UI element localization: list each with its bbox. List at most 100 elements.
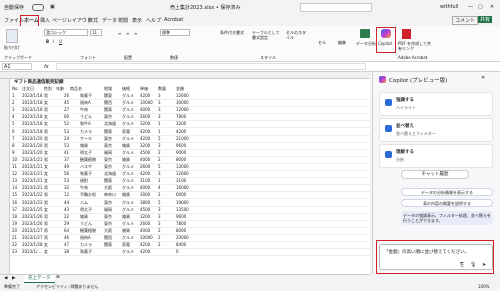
table-cell[interactable]: 4200 — [140, 242, 150, 248]
table-cell[interactable]: 雑貨 — [122, 157, 130, 163]
table-cell[interactable]: 関東 — [104, 129, 112, 135]
table-cell[interactable]: 雑貨 — [80, 214, 88, 220]
table-cell[interactable]: 関東 — [104, 107, 112, 113]
table-cell[interactable]: 2 — [158, 228, 161, 234]
table-cell[interactable]: 21 — [12, 235, 17, 241]
table-cell[interactable]: 2 — [12, 100, 15, 106]
table-cell[interactable]: 4200 — [140, 249, 150, 255]
menu-acrobat[interactable]: Acrobat — [164, 17, 183, 23]
table-cell[interactable]: 男 — [44, 214, 48, 220]
table-cell[interactable]: 3200 — [140, 143, 150, 149]
fx-icon[interactable]: fx — [44, 64, 49, 70]
table-cell[interactable]: グルメ — [122, 171, 134, 177]
table-cell[interactable]: うどん — [80, 221, 92, 227]
column-header-cell[interactable]: 単価 — [140, 86, 148, 92]
table-cell[interactable]: 8 — [12, 143, 15, 149]
format-as-table-button[interactable]: テーブルとして書式設定 — [252, 30, 282, 40]
table-cell[interactable]: 女 — [44, 121, 48, 127]
table-cell[interactable]: 東京 — [104, 214, 112, 220]
minimize-icon[interactable]: — — [468, 4, 473, 10]
table-cell[interactable]: 4500 — [140, 150, 150, 156]
table-cell[interactable]: 12600 — [176, 171, 189, 177]
table-cell[interactable]: 東京 — [104, 136, 112, 142]
table-cell[interactable]: 2023/1/27 — [22, 228, 43, 234]
column-header-cell[interactable]: 商品名 — [70, 86, 82, 92]
table-cell[interactable]: グルメ — [122, 107, 134, 113]
table-cell[interactable]: 焼肉A — [80, 235, 91, 241]
table-cell[interactable]: 12600 — [176, 93, 189, 99]
table-cell[interactable]: 21000 — [176, 136, 189, 142]
table-cell[interactable]: 3000 — [140, 192, 150, 198]
table-cell[interactable]: 2 — [158, 235, 161, 241]
table-cell[interactable]: 女 — [44, 114, 48, 120]
table-cell[interactable]: 10000 — [140, 235, 153, 241]
zoom-level[interactable]: 100% — [478, 284, 489, 289]
worksheet[interactable]: ギフト商品通信販売記録 No. 注文日 性別 年齢 商品名 地域 価格 単価 数量 金額 1 202… — [0, 72, 370, 274]
table-cell[interactable]: 2600 — [140, 114, 150, 120]
copilot-card-highlight[interactable]: 強調する ハイライト — [379, 92, 493, 116]
table-cell[interactable]: 4200 — [176, 129, 186, 135]
table-cell[interactable]: 4 — [158, 185, 161, 191]
table-cell[interactable]: 12 — [64, 192, 69, 198]
menu-data[interactable]: データ — [102, 17, 117, 24]
table-cell[interactable]: 64 — [64, 228, 69, 234]
table-cell[interactable]: 関東 — [104, 178, 112, 184]
menu-view[interactable]: 表示 — [132, 17, 142, 24]
table-cell[interactable]: 3 — [158, 107, 161, 113]
accessibility-status[interactable]: アクセシビリティ: 問題ありません — [36, 284, 98, 290]
table-cell[interactable]: 関東 — [104, 93, 112, 99]
table-cell[interactable]: 2023/1/... — [22, 249, 41, 255]
prev-sheet-icon[interactable]: ◀ — [4, 276, 7, 281]
table-cell[interactable]: 福岡 — [104, 207, 112, 213]
table-cell[interactable]: 2023/1/18 — [22, 100, 43, 106]
next-sheet-icon[interactable]: ▶ — [12, 276, 15, 281]
column-header-cell[interactable]: 性別 — [44, 86, 52, 92]
copilot-close-icon[interactable]: ✕ — [481, 75, 485, 81]
table-cell[interactable]: 2023/1/18 — [22, 114, 43, 120]
table-cell[interactable]: 2600 — [140, 221, 150, 227]
table-cell[interactable]: 2 — [158, 192, 161, 198]
table-cell[interactable]: 53 — [64, 178, 69, 184]
table-cell[interactable]: 4200 — [140, 93, 150, 99]
table-cell[interactable]: 2023/1/21 — [22, 164, 43, 170]
table-cell[interactable]: 雑貨 — [80, 143, 88, 149]
table-cell[interactable]: 18 — [12, 214, 17, 220]
table-cell[interactable]: 家電 — [122, 242, 130, 248]
table-cell[interactable]: 女 — [44, 249, 48, 255]
table-cell[interactable]: 23 — [12, 249, 17, 255]
table-cell[interactable]: 60 — [64, 114, 69, 120]
table-cell[interactable]: 5 — [12, 121, 15, 127]
table-cell[interactable]: 2023/1/21 — [22, 171, 43, 177]
table-cell[interactable]: グルメ — [122, 93, 134, 99]
table-cell[interactable]: ケーキ — [80, 136, 92, 142]
table-cell[interactable]: 手鞠お祝 — [80, 192, 96, 198]
table-cell[interactable]: 3 — [158, 207, 161, 213]
table-cell[interactable]: 女 — [44, 178, 48, 184]
table-cell[interactable]: 6000 — [176, 192, 186, 198]
table-cell[interactable]: 明太子 — [80, 150, 92, 156]
table-cell[interactable]: 家電 — [122, 129, 130, 135]
table-cell[interactable]: 関西 — [104, 100, 112, 106]
table-cell[interactable]: 男 — [44, 143, 48, 149]
table-cell[interactable]: 5 — [158, 200, 161, 206]
table-cell[interactable]: 8000 — [176, 157, 186, 163]
table-cell[interactable]: 4000 — [140, 107, 150, 113]
column-header-cell[interactable]: 地域 — [104, 86, 112, 92]
table-cell[interactable]: 20 — [12, 228, 17, 234]
name-box[interactable]: A1 — [2, 63, 32, 70]
table-cell[interactable]: 2 — [158, 157, 161, 163]
table-cell[interactable]: 焼酎 — [80, 178, 88, 184]
table-cell[interactable]: 56 — [64, 171, 69, 177]
formula-input[interactable] — [56, 63, 366, 70]
table-cell[interactable]: 14 — [12, 185, 17, 191]
table-cell[interactable]: 神奈川 — [104, 192, 116, 198]
table-cell[interactable]: 東京 — [104, 157, 112, 163]
table-cell[interactable]: 32 — [64, 185, 69, 191]
table-cell[interactable]: 牛肉 — [80, 107, 88, 113]
table-cell[interactable]: 27 — [64, 107, 69, 113]
table-cell[interactable]: 2023/1/20 — [22, 136, 43, 142]
table-cell[interactable]: 焼肉A — [80, 100, 91, 106]
save-icon[interactable]: ▣ — [50, 4, 55, 10]
table-cell[interactable]: 3200 — [140, 121, 150, 127]
table-cell[interactable]: 観葉植物 — [80, 157, 96, 163]
